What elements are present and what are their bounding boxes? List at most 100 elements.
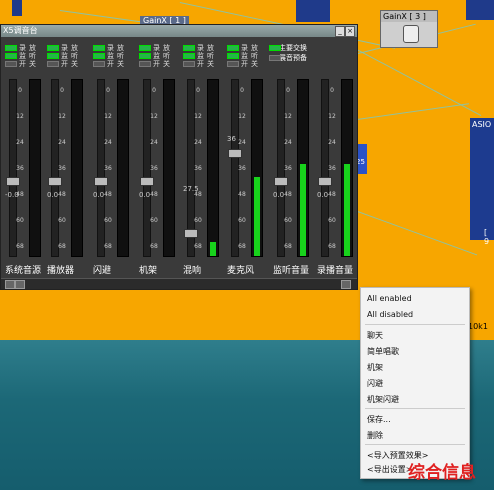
db-tick: 36: [58, 165, 66, 172]
db-tick: 68: [104, 243, 112, 250]
db-tick: 60: [194, 217, 202, 224]
channel-strip: 0 12 24 36 48 60 68 0.0 录播音量: [315, 39, 357, 276]
db-tick: 24: [150, 139, 158, 146]
switch-label: 开: [241, 60, 248, 68]
channel-fader[interactable]: [274, 177, 288, 186]
db-tick: 48: [238, 191, 246, 198]
menu-separator: [365, 324, 465, 325]
menu-item-all-disabled[interactable]: All disabled: [367, 310, 413, 319]
db-tick: 60: [238, 217, 246, 224]
channel-fader[interactable]: [48, 177, 62, 186]
watermark-text: 综合信息: [408, 463, 476, 483]
channel-name: 录播音量: [317, 266, 354, 276]
channel-switch[interactable]: [227, 53, 239, 59]
minimize-button[interactable]: _: [335, 26, 345, 37]
menu-item-rack[interactable]: 机架: [367, 362, 383, 373]
channel-switch[interactable]: [47, 61, 59, 67]
db-tick: 12: [150, 113, 158, 120]
switch-label: 开: [153, 60, 160, 68]
channel-strip: 0 12 24 36 48 60 68 0.0 监听音量: [271, 39, 313, 276]
fader-value: -0.0: [5, 191, 19, 199]
menu-item-delete[interactable]: 删除: [367, 430, 383, 441]
db-tick: 36: [194, 165, 202, 172]
level-meter: [71, 79, 83, 257]
asio-panel[interactable]: ASIO [ 9: [470, 118, 494, 246]
channel-name: 监听音量: [273, 266, 310, 276]
db-tick: 0: [60, 87, 64, 94]
channel-switch[interactable]: [5, 45, 17, 51]
channel-switch[interactable]: [139, 45, 151, 51]
channel-fader[interactable]: [6, 177, 20, 186]
plugin-block[interactable]: [296, 0, 330, 22]
channel-switch[interactable]: [47, 53, 59, 59]
channel-switch[interactable]: [227, 61, 239, 67]
switch-label: 关: [117, 60, 124, 68]
channel-switch[interactable]: [93, 61, 105, 67]
db-tick: 24: [238, 139, 246, 146]
level-meter: [341, 79, 353, 257]
status-button[interactable]: [5, 280, 15, 289]
channel-strip: 录放监听开关 0 12 24 36 48 60 68 -0.0 系统音源: [3, 39, 45, 276]
master-label-1: 主要交换: [279, 44, 307, 52]
db-tick: 36: [284, 165, 292, 172]
channel-switch[interactable]: [5, 53, 17, 59]
db-tick: 0: [18, 87, 22, 94]
plugin-block[interactable]: [466, 0, 494, 20]
db-tick: 60: [16, 217, 24, 224]
channel-name: 系统音源: [5, 266, 42, 276]
db-tick: 36: [238, 165, 246, 172]
channel-fader[interactable]: [94, 177, 108, 186]
channel-switch[interactable]: [183, 61, 195, 67]
db-tick: 36: [16, 165, 24, 172]
db-tick: 60: [150, 217, 158, 224]
channel-switch[interactable]: [139, 53, 151, 59]
channel-fader[interactable]: [184, 229, 198, 238]
close-button[interactable]: ×: [345, 26, 355, 37]
channel-strip: 录放监听开关 0 12 24 36 48 60 68 0.0 机架: [137, 39, 179, 276]
channel-switch[interactable]: [5, 61, 17, 67]
master-switch-2[interactable]: [269, 55, 281, 61]
channel-switch[interactable]: [227, 45, 239, 51]
fader-value: 0.0: [273, 191, 285, 199]
resize-grip[interactable]: [341, 280, 351, 289]
menu-item-ducking[interactable]: 闪避: [367, 378, 383, 389]
channel-fader[interactable]: [228, 149, 242, 158]
channel-switch[interactable]: [93, 53, 105, 59]
db-tick: 36: [150, 165, 158, 172]
asio-index: [ 9: [484, 228, 490, 246]
context-menu[interactable]: All enabled All disabled 聊天 简单唱歌 机架 闪避 机…: [360, 287, 470, 479]
menu-item-simple-sing[interactable]: 简单唱歌: [367, 346, 399, 357]
db-tick: 0: [240, 87, 244, 94]
plugin-block[interactable]: [12, 0, 22, 16]
menu-item-all-enabled[interactable]: All enabled: [367, 294, 412, 303]
channel-name: 机架: [139, 266, 158, 276]
channel-switch[interactable]: [183, 45, 195, 51]
mixer-titlebar[interactable]: X5调音台 _ ×: [1, 25, 357, 37]
channel-switch[interactable]: [93, 45, 105, 51]
status-button[interactable]: [15, 280, 25, 289]
menu-item-chat[interactable]: 聊天: [367, 330, 383, 341]
channel-strip: 录放监听开关 0 12 24 36 48 60 68 0.0 闪避: [91, 39, 133, 276]
master-switch-1[interactable]: [269, 45, 281, 51]
mixer-title: X5调音台: [3, 26, 38, 35]
channel-fader[interactable]: [140, 177, 154, 186]
level-meter: [163, 79, 175, 257]
mixer-window[interactable]: X5调音台 _ × 录放监听开关 0 12 24 36 48 60 68 -0.0 系统音源录放监…: [0, 24, 358, 290]
gain-knob[interactable]: [403, 25, 419, 43]
menu-item-rack-ducking[interactable]: 机架闪避: [367, 394, 399, 405]
channel-switch[interactable]: [139, 61, 151, 67]
channel-strip: 录放监听开关 0 12 24 36 48 60 68 36 麦克风: [225, 39, 267, 276]
db-tick: 24: [194, 139, 202, 146]
db-tick: 24: [284, 139, 292, 146]
menu-item-export-settings[interactable]: <导出设置>: [367, 464, 412, 475]
gainx-plugin-window[interactable]: GainX [ 3 ]: [380, 10, 438, 48]
channel-fader[interactable]: [318, 177, 332, 186]
fader-value: 36: [227, 135, 236, 143]
menu-separator: [365, 444, 465, 445]
meter-level: [300, 164, 306, 256]
db-tick: 0: [286, 87, 290, 94]
channel-switch[interactable]: [47, 45, 59, 51]
switch-label: 关: [29, 60, 36, 68]
menu-item-save[interactable]: 保存...: [367, 414, 391, 425]
channel-switch[interactable]: [183, 53, 195, 59]
